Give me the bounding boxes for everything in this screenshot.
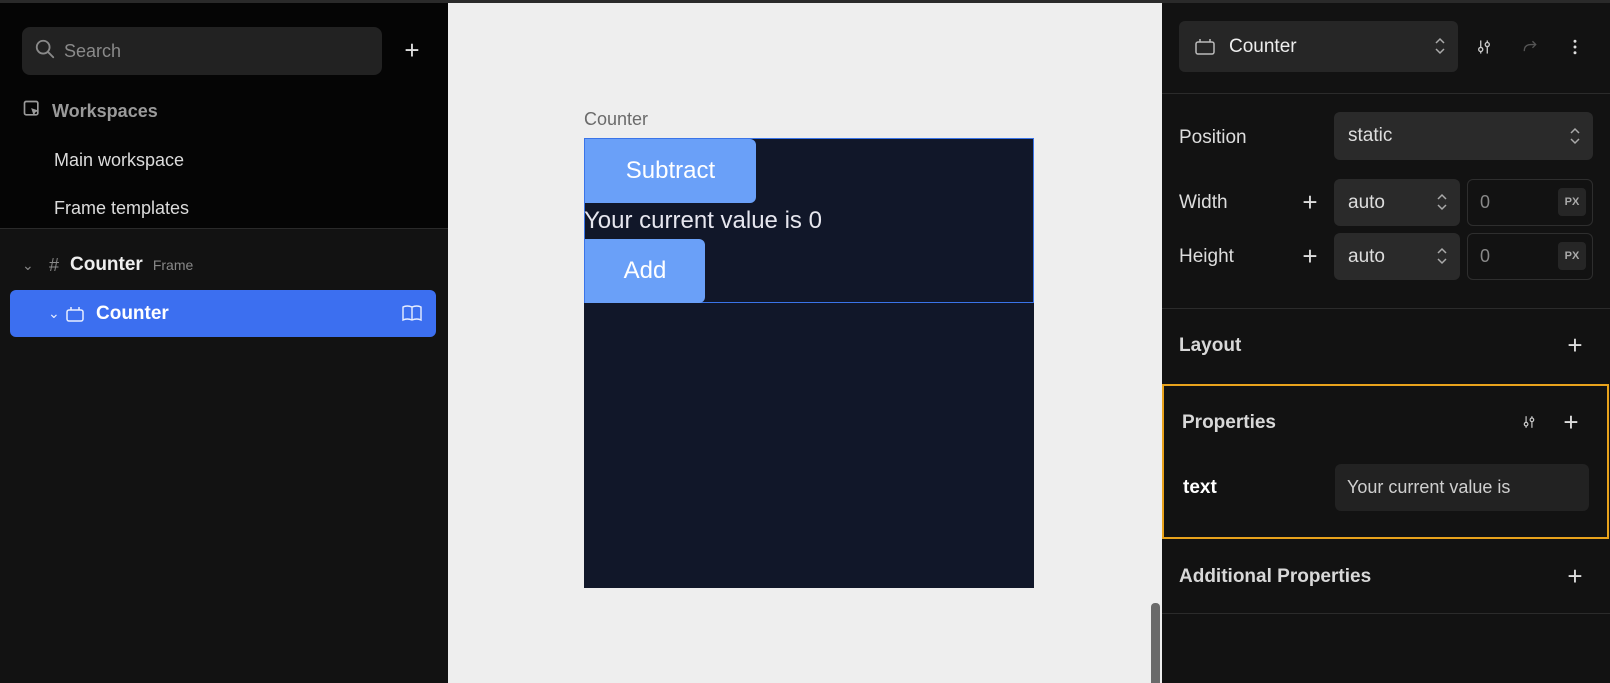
search-icon — [34, 38, 56, 65]
component-icon — [66, 306, 88, 322]
prop-text-value: Your current value is — [1347, 477, 1511, 497]
chevron-down-icon[interactable]: ⌄ — [22, 257, 40, 274]
component-name: Counter — [96, 302, 169, 324]
properties-section — [1162, 384, 1609, 539]
properties-add-button[interactable]: + — [1559, 407, 1583, 437]
add-button-canvas[interactable]: Add — [585, 239, 705, 303]
workspaces-header[interactable]: Workspaces — [22, 99, 158, 124]
position-value: static — [1348, 125, 1393, 146]
chevron-down-icon[interactable]: ⌄ — [48, 305, 66, 322]
tree-component-row-selected[interactable]: ⌄ Counter — [10, 290, 436, 337]
updown-icon — [1569, 125, 1581, 147]
width-unit-badge[interactable]: PX — [1558, 188, 1586, 216]
frame-name: Counter — [70, 254, 143, 275]
canvas-scrollbar[interactable] — [1151, 603, 1160, 683]
frame-hash-icon: # — [48, 254, 59, 275]
more-options-icon[interactable] — [1564, 36, 1586, 58]
layout-section-title[interactable]: Layout — [1179, 335, 1241, 357]
height-value: 0 — [1480, 246, 1491, 266]
height-value-input[interactable]: 0 PX — [1467, 233, 1593, 280]
height-add-button[interactable]: + — [1298, 241, 1322, 271]
width-value-input[interactable]: 0 PX — [1467, 179, 1593, 226]
width-mode-value: auto — [1348, 191, 1385, 213]
updown-icon — [1436, 191, 1448, 213]
width-mode-select[interactable]: auto — [1334, 179, 1460, 226]
layout-add-button[interactable]: + — [1563, 330, 1587, 360]
workspace-cursor-icon — [22, 99, 52, 124]
search-placeholder: Search — [64, 40, 122, 61]
workspaces-title: Workspaces — [52, 101, 158, 121]
settings-sliders-icon[interactable] — [1473, 36, 1495, 58]
position-label: Position — [1179, 127, 1247, 148]
divider — [1162, 308, 1610, 309]
tree-frame-row[interactable]: ⌄ # Counter Frame — [22, 251, 193, 279]
width-add-button[interactable]: + — [1298, 187, 1322, 217]
add-button[interactable]: + — [398, 35, 426, 65]
additional-properties-title[interactable]: Additional Properties — [1179, 566, 1371, 588]
workspace-item-templates[interactable]: Frame templates — [54, 198, 189, 219]
height-label: Height — [1179, 246, 1234, 267]
workspace-item-main[interactable]: Main workspace — [54, 150, 184, 171]
book-icon[interactable] — [402, 304, 422, 322]
properties-section-title[interactable]: Properties — [1182, 412, 1276, 434]
counter-value-text: Your current value is 0 — [584, 207, 822, 234]
height-unit-badge[interactable]: PX — [1558, 242, 1586, 270]
width-value: 0 — [1480, 192, 1491, 212]
subtract-button[interactable]: Subtract — [585, 139, 756, 203]
component-selector-label: Counter — [1229, 35, 1297, 57]
height-mode-select[interactable]: auto — [1334, 233, 1460, 280]
prop-text-input[interactable]: Your current value is — [1335, 464, 1589, 511]
search-input[interactable]: Search — [22, 27, 382, 75]
height-mode-value: auto — [1348, 245, 1385, 267]
additional-properties-add-button[interactable]: + — [1563, 561, 1587, 591]
updown-icon — [1434, 35, 1446, 57]
properties-settings-icon[interactable] — [1518, 411, 1540, 433]
divider — [1162, 613, 1610, 614]
redo-arrow-icon[interactable] — [1519, 36, 1541, 58]
updown-icon — [1436, 245, 1448, 267]
divider — [1162, 93, 1610, 94]
component-icon — [1195, 38, 1219, 55]
position-select[interactable]: static — [1334, 112, 1593, 160]
width-label: Width — [1179, 192, 1228, 213]
frame-label: Counter — [584, 109, 649, 129]
component-selector[interactable]: Counter — [1179, 21, 1458, 72]
frame-tag: Frame — [152, 257, 194, 273]
prop-text-name: text — [1183, 477, 1217, 498]
